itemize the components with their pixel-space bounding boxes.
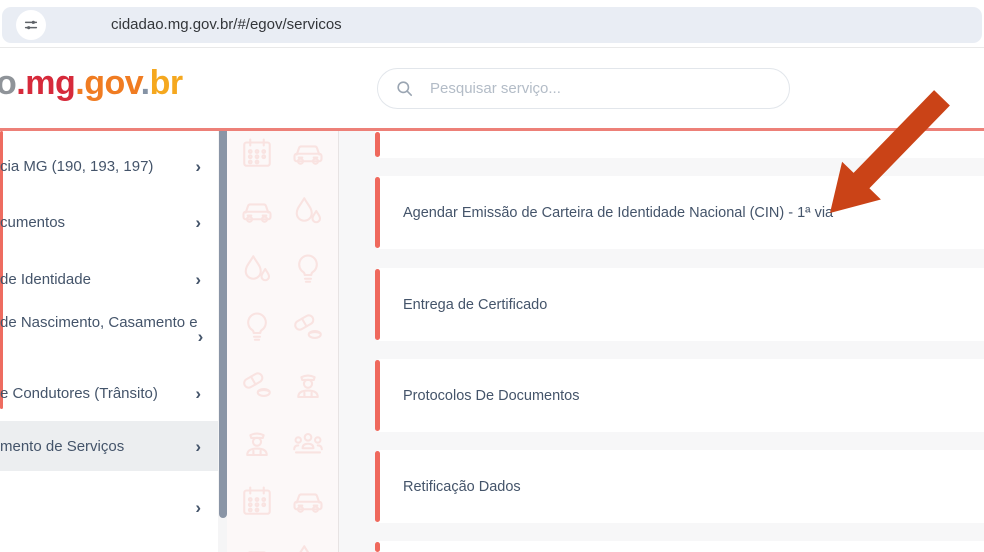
chevron-right-icon: ›	[195, 497, 201, 517]
site-logo[interactable]: o.mg.gov.br	[0, 64, 183, 103]
watermark-row	[239, 483, 326, 519]
water-drops-icon	[290, 193, 326, 229]
sidebar-item-cutoff[interactable]: ›	[0, 482, 218, 532]
logo-segment: .	[140, 64, 150, 102]
scrollbar-thumb[interactable]	[218, 131, 227, 518]
service-card-retificacao-dados[interactable]: Retificação Dados	[375, 450, 984, 523]
watermark-row	[239, 135, 326, 171]
sidebar-item-nascimento-casamento[interactable]: de Nascimento, Casamento e ›	[0, 304, 218, 354]
url-text[interactable]: cidadao.mg.gov.br/#/egov/servicos	[111, 7, 342, 43]
logo-segment: br	[149, 64, 184, 102]
sidebar-item-identidade[interactable]: de Identidade ›	[0, 254, 218, 304]
sidebar-item-agendamento-servicos[interactable]: mento de Serviços ›	[0, 421, 218, 471]
chevron-right-icon: ›	[195, 436, 201, 456]
logo-segment: gov	[84, 64, 141, 102]
logo-segment: .	[16, 64, 26, 102]
chevron-right-icon: ›	[197, 327, 204, 346]
police-officer-icon	[239, 425, 275, 461]
service-card-label: Retificação Dados	[403, 478, 521, 495]
watermark-row	[239, 425, 326, 461]
service-card-agendar-cin[interactable]: Agendar Emissão de Carteira de Identidad…	[375, 176, 984, 249]
car-icon	[290, 483, 326, 519]
browser-address-bar[interactable]: cidadao.mg.gov.br/#/egov/servicos	[2, 7, 982, 43]
service-card-protocolos-documentos[interactable]: Protocolos De Documentos	[375, 359, 984, 432]
logo-segment: o	[0, 64, 17, 102]
service-card-partial-top[interactable]	[375, 131, 984, 158]
content-top-accent-line	[0, 128, 984, 131]
sidebar-item-label: de Nascimento, Casamento e	[0, 314, 198, 331]
service-card-entrega-certificado[interactable]: Entrega de Certificado	[375, 268, 984, 341]
service-list: Agendar Emissão de Carteira de Identidad…	[339, 131, 984, 552]
browser-window: cidadao.mg.gov.br/#/egov/servicos o.mg.g…	[0, 0, 984, 552]
pills-icon	[290, 309, 326, 345]
car-icon	[239, 193, 275, 229]
sidebar-scrollbar[interactable]	[218, 131, 227, 552]
sidebar-item-label: cumentos	[0, 213, 66, 231]
chevron-right-icon: ›	[195, 156, 201, 176]
search-input[interactable]	[428, 79, 772, 98]
site-settings-toggle-icon[interactable]	[16, 10, 46, 40]
sidebar-item-emergencia[interactable]: cia MG (190, 193, 197) ›	[0, 141, 218, 191]
chevron-right-icon: ›	[195, 383, 201, 403]
pills-icon	[239, 367, 275, 403]
watermark-row	[239, 309, 326, 345]
watermark-row	[239, 367, 326, 403]
service-search-bar[interactable]	[377, 68, 790, 109]
category-sidebar: cia MG (190, 193, 197) › cumentos › de I…	[0, 131, 218, 552]
service-card-label: Protocolos De Documentos	[403, 387, 580, 404]
car-icon	[290, 135, 326, 171]
watermark-row	[239, 193, 326, 229]
calendar-icon	[239, 135, 275, 171]
people-group-icon	[290, 425, 326, 461]
sidebar-item-condutores-transito[interactable]: e Condutores (Trânsito) ›	[0, 368, 218, 418]
sidebar-item-label: e Condutores (Trânsito)	[0, 384, 158, 402]
car-icon	[239, 541, 275, 552]
light-bulb-icon	[290, 251, 326, 287]
service-card-partial-bottom[interactable]	[375, 541, 984, 552]
service-card-label: Entrega de Certificado	[403, 296, 548, 313]
header-separator	[0, 47, 984, 48]
police-officer-icon	[290, 367, 326, 403]
watermark-row	[239, 251, 326, 287]
sidebar-item-documentos[interactable]: cumentos ›	[0, 197, 218, 247]
search-icon	[397, 81, 413, 97]
watermark-row	[239, 541, 326, 552]
chevron-right-icon: ›	[195, 269, 201, 289]
logo-segment: .	[75, 64, 85, 102]
service-card-label: Agendar Emissão de Carteira de Identidad…	[403, 204, 834, 221]
sidebar-item-label: cia MG (190, 193, 197)	[0, 157, 154, 175]
sidebar-item-label: de Identidade	[0, 270, 91, 288]
chevron-right-icon: ›	[195, 212, 201, 232]
watermark-icon-column	[227, 131, 339, 552]
water-drops-icon	[239, 251, 275, 287]
calendar-icon	[239, 483, 275, 519]
logo-segment: mg	[25, 64, 76, 102]
sidebar-item-label: mento de Serviços	[0, 437, 125, 455]
water-drops-icon	[290, 541, 326, 552]
light-bulb-icon	[239, 309, 275, 345]
